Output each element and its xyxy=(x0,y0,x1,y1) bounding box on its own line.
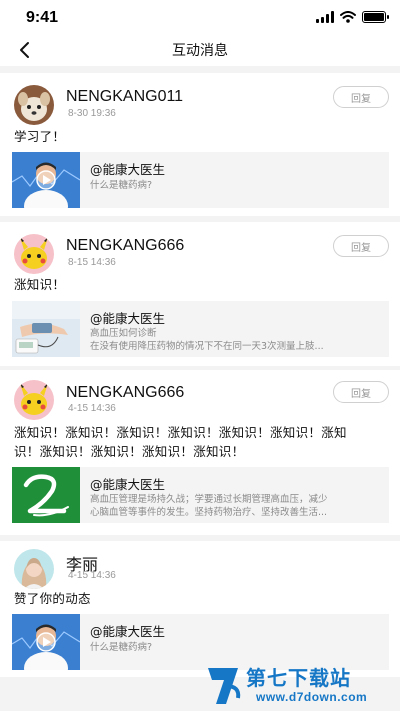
comment-text: 赞了你的动态 xyxy=(14,591,91,606)
status-bar: 9:41 xyxy=(0,0,400,34)
quoted-author: @能康大医生 xyxy=(90,624,166,639)
comment-text: 学习了！ xyxy=(14,129,66,144)
username: NENGKANG666 xyxy=(66,237,185,254)
logo-thumbnail[interactable] xyxy=(12,467,80,523)
quoted-post[interactable]: @能康大医生 高血压管理是场持久战；学要通过长期管理高血压，减少 心脑血管等事件… xyxy=(12,467,389,523)
watermark-url: www.d7down.com xyxy=(256,690,368,704)
reply-button[interactable]: 回复 xyxy=(333,86,389,108)
quoted-text: 在没有使用降压药物的情况下不在同一天3次测量上肢... xyxy=(90,341,324,352)
dog-avatar[interactable] xyxy=(14,85,54,125)
quoted-post[interactable]: @能康大医生 什么是糖药病? xyxy=(12,152,389,208)
quoted-author: @能康大医生 xyxy=(90,162,166,177)
message-card[interactable]: 李丽 4-15 14:36 赞了你的动态 @能康大医生 什么是糖药病? xyxy=(0,541,400,677)
quoted-text: 高血压如何诊断 xyxy=(90,328,157,339)
watermark-name: 第七下载站 xyxy=(246,666,351,690)
username: NENGKANG011 xyxy=(66,88,184,105)
video-thumbnail[interactable] xyxy=(12,152,80,208)
pikachu-avatar[interactable] xyxy=(14,234,54,274)
username: NENGKANG666 xyxy=(66,384,185,401)
comment-text-line: 识！涨知识！涨知识！涨知识！涨知识！ xyxy=(14,444,245,459)
quoted-text: 心脑血管等事件的发生。坚持药物治疗、坚持改善生活... xyxy=(90,507,328,518)
quoted-text: 高血压管理是场持久战；学要通过长期管理高血压，减少 xyxy=(90,494,328,505)
quoted-post[interactable]: @能康大医生 高血压如何诊断 在没有使用降压药物的情况下不在同一天3次测量上肢.… xyxy=(12,301,389,357)
wifi-icon xyxy=(340,11,356,23)
comment-text: 涨知识！ xyxy=(14,277,66,292)
pikachu-avatar[interactable] xyxy=(14,380,54,420)
status-time: 9:41 xyxy=(26,9,59,26)
timestamp: 4-15 14:36 xyxy=(68,403,116,414)
signal-icon xyxy=(316,11,334,23)
battery-icon xyxy=(362,11,389,23)
timestamp: 8-15 14:36 xyxy=(68,257,116,268)
nav-bar: 互动消息 xyxy=(0,34,400,66)
video-thumbnail[interactable] xyxy=(12,614,80,670)
watermark-logo xyxy=(208,668,241,704)
message-card[interactable]: NENGKANG666 8-15 14:36 回复 涨知识！ @能康大医生 高血… xyxy=(0,222,400,366)
message-card[interactable]: NENGKANG666 4-15 14:36 回复 涨知识！涨知识！涨知识！涨知… xyxy=(0,370,400,535)
status-icons xyxy=(316,11,389,23)
timestamp: 8-30 19:36 xyxy=(68,108,116,119)
quoted-text: 什么是糖药病? xyxy=(90,642,153,653)
reply-button[interactable]: 回复 xyxy=(333,381,389,403)
page-title: 互动消息 xyxy=(172,43,228,59)
quoted-text: 什么是糖药病? xyxy=(90,180,153,191)
site-watermark: 第七下载站 www.d7down.com xyxy=(204,662,396,710)
girl-avatar[interactable] xyxy=(14,549,54,589)
message-card[interactable]: NENGKANG011 8-30 19:36 回复 学习了！ @能康大医生 什么… xyxy=(0,73,400,216)
blood-pressure-thumbnail[interactable] xyxy=(12,301,80,357)
reply-button[interactable]: 回复 xyxy=(333,235,389,257)
timestamp: 4-15 14:36 xyxy=(68,570,116,581)
